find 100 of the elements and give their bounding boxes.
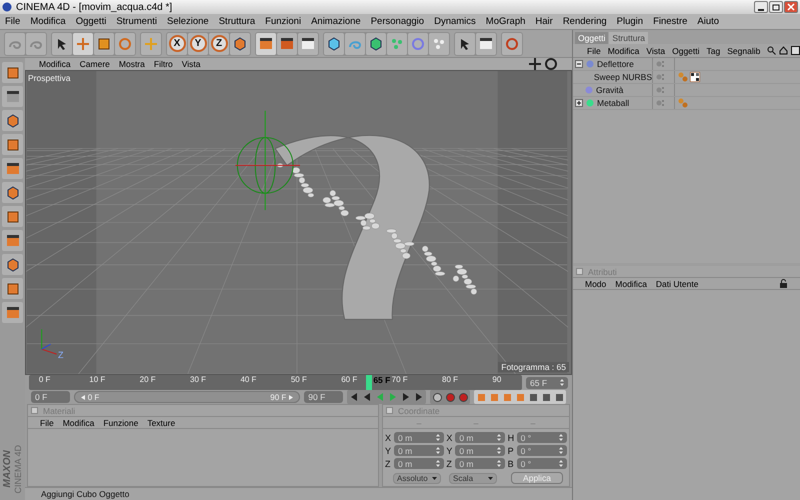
spinner-icon[interactable] <box>558 434 563 441</box>
record-button[interactable] <box>431 391 443 403</box>
mode-dropdown[interactable]: Assoluto <box>393 472 441 484</box>
object-name[interactable]: Deflettore <box>597 59 634 69</box>
record-button[interactable] <box>444 391 456 403</box>
spinner-icon[interactable] <box>497 447 502 454</box>
menu-item[interactable]: MoGraph <box>486 16 526 27</box>
scale-tool-button[interactable] <box>94 32 114 54</box>
axis-lock-button[interactable]: Z <box>209 32 229 54</box>
menu-item[interactable]: Strumenti <box>116 16 157 27</box>
menu-item[interactable]: Rendering <box>562 16 607 27</box>
menu-item[interactable]: Aiuto <box>697 16 720 27</box>
menu-item[interactable]: Vista <box>646 46 666 56</box>
tool-button[interactable] <box>2 182 23 203</box>
tool-button[interactable] <box>2 230 23 251</box>
nurbs-button[interactable] <box>366 32 386 54</box>
texture-tag-icon[interactable] <box>690 72 700 82</box>
spinner-icon[interactable] <box>558 460 563 467</box>
menu-item[interactable]: Animazione <box>311 16 361 27</box>
tool-button[interactable] <box>2 86 23 107</box>
render-view-button[interactable] <box>256 32 276 54</box>
search-icon[interactable] <box>767 46 776 55</box>
new-window-icon[interactable] <box>791 46 800 55</box>
layout-button[interactable] <box>502 32 522 54</box>
menu-item[interactable]: Filtro <box>154 59 173 69</box>
select-tool-button[interactable] <box>52 32 72 54</box>
time-marker[interactable] <box>366 375 372 390</box>
close-button[interactable] <box>784 1 798 13</box>
menu-item[interactable]: Modifica <box>615 278 647 288</box>
render-settings-button[interactable] <box>298 32 318 54</box>
menu-item[interactable]: Plugin <box>616 16 644 27</box>
key-button[interactable] <box>553 391 565 403</box>
spinner-icon[interactable] <box>558 447 563 454</box>
collapse-toggle[interactable] <box>575 60 583 68</box>
menu-item[interactable]: Modo <box>585 278 606 288</box>
panel-checkbox[interactable] <box>576 268 583 275</box>
minimize-button[interactable] <box>754 1 768 13</box>
tool-button[interactable] <box>2 278 23 299</box>
menu-item[interactable]: Funzione <box>103 418 138 428</box>
menu-item[interactable]: Mostra <box>118 59 145 69</box>
menu-item[interactable]: Segnalib <box>727 46 760 56</box>
coordinate-system-button[interactable] <box>230 32 250 54</box>
tool-button[interactable] <box>2 110 23 131</box>
end-frame-field[interactable]: 90 F <box>304 391 343 403</box>
scale-dropdown[interactable]: Scala <box>449 472 497 484</box>
menu-item[interactable]: Personaggio <box>370 16 424 27</box>
dropdown-arrow-icon[interactable] <box>432 476 437 480</box>
expand-toggle[interactable] <box>575 99 583 107</box>
menu-item[interactable]: Tag <box>706 46 720 56</box>
key-button[interactable] <box>527 391 539 403</box>
tool-button[interactable] <box>2 302 23 323</box>
panel-tab[interactable]: Struttura <box>609 32 648 44</box>
home-icon[interactable] <box>779 46 788 55</box>
menu-item[interactable]: Dati Utente <box>656 278 698 288</box>
help-button[interactable] <box>455 32 475 54</box>
tool-button[interactable] <box>2 158 23 179</box>
calendar-button[interactable] <box>476 32 496 54</box>
tool-button[interactable] <box>2 206 23 227</box>
lock-icon[interactable] <box>779 279 788 288</box>
particles-button[interactable] <box>429 32 449 54</box>
key-button[interactable] <box>540 391 552 403</box>
spinner-icon[interactable] <box>560 379 564 386</box>
menu-item[interactable]: Finestre <box>653 16 688 27</box>
left-arrow-icon[interactable] <box>80 394 86 400</box>
panel-checkbox[interactable] <box>31 407 38 414</box>
cube-button[interactable] <box>324 32 344 54</box>
menu-item[interactable]: File <box>40 418 54 428</box>
spinner-icon[interactable] <box>436 460 440 467</box>
axis-lock-button[interactable]: Y <box>188 32 208 54</box>
dropdown-arrow-icon[interactable] <box>488 476 493 480</box>
record-button[interactable] <box>457 391 469 403</box>
menu-item[interactable]: Modifica <box>39 59 71 69</box>
frame-field[interactable]: 65 F <box>526 376 568 388</box>
spinner-icon[interactable] <box>436 434 440 441</box>
tool-button[interactable] <box>2 254 23 275</box>
menu-item[interactable]: Funzioni <box>265 16 302 27</box>
menu-item[interactable]: Texture <box>147 418 176 428</box>
menu-item[interactable]: File <box>587 46 601 56</box>
axis-lock-button[interactable]: X <box>167 32 187 54</box>
menu-item[interactable]: Oggetti <box>76 16 106 27</box>
menu-item[interactable]: Vista <box>182 59 201 69</box>
panel-checkbox[interactable] <box>386 407 393 414</box>
menu-item[interactable]: Modifica <box>62 418 94 428</box>
object-name[interactable]: Sweep NURBS <box>594 72 652 82</box>
object-name[interactable]: Gravità <box>596 85 624 95</box>
spinner-icon[interactable] <box>436 447 440 454</box>
menu-item[interactable]: Oggetti <box>672 46 700 56</box>
menu-item[interactable]: Struttura <box>218 16 256 27</box>
restore-button[interactable] <box>769 1 783 13</box>
menu-item[interactable]: Camere <box>80 59 110 69</box>
tool-button[interactable] <box>2 134 23 155</box>
menu-item[interactable]: Selezione <box>166 16 209 27</box>
render-picture-button[interactable] <box>277 32 297 54</box>
menu-item[interactable]: Modifica <box>608 46 640 56</box>
menu-item[interactable]: Hair <box>535 16 553 27</box>
start-frame-field[interactable]: 0 F <box>31 391 70 403</box>
object-name[interactable]: Metaball <box>597 98 630 108</box>
right-arrow-icon[interactable] <box>288 394 294 400</box>
tool-button[interactable] <box>2 62 23 83</box>
menu-item[interactable]: Dynamics <box>434 16 476 27</box>
